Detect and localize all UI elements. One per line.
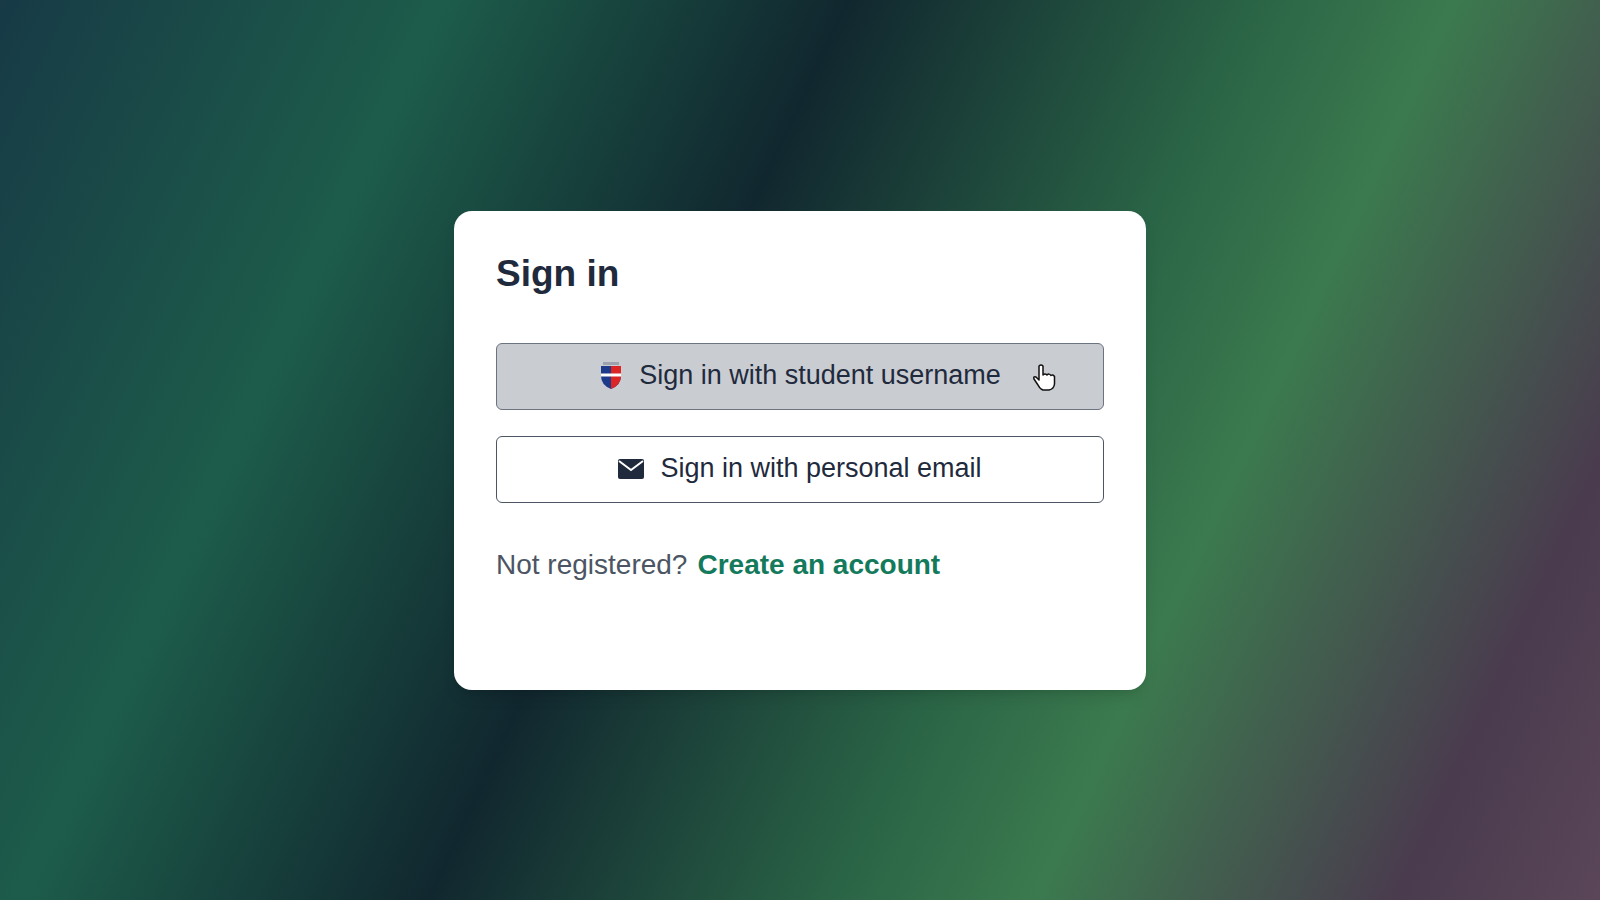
page-background: Sign inSign in with student usernameSign… [0,0,1600,900]
prompt-text: Not registered? [496,547,687,582]
button-label: Sign in with personal email [660,452,981,486]
button-label: Sign in with student username [639,359,1001,393]
sign-in-options: Sign in with student username Sign in wit… [496,343,1104,503]
cursor-icon [1031,364,1057,392]
card-title: Sign in [496,251,1104,297]
sign-in-card: Sign inSign in with student usernameSign… [454,211,1146,690]
crest-icon [599,362,623,390]
register-prompt: Not registered? Create an account [496,547,1104,582]
envelope-icon [618,457,644,481]
create-account-link[interactable]: Create an account [697,547,940,582]
sign-in-button[interactable]: Sign in with student username [496,343,1104,410]
sign-in-button[interactable]: Sign in with personal email [496,436,1104,503]
